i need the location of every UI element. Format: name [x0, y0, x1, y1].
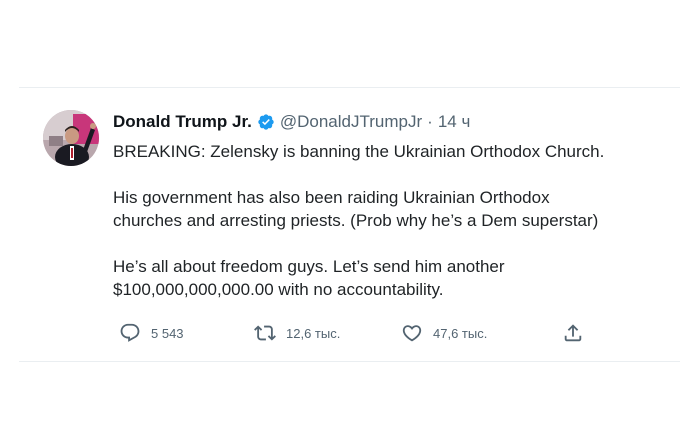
comment-bubble-icon — [119, 322, 151, 344]
tweet-header: Donald Trump Jr. @DonaldJTrumpJr · 14 ч — [113, 110, 470, 134]
retweet-button[interactable]: 12,6 тыс. — [254, 321, 340, 345]
tweet-paragraph-2: His government has also been raiding Ukr… — [113, 188, 599, 230]
author-handle[interactable]: @DonaldJTrumpJr — [280, 112, 422, 132]
like-button[interactable]: 47,6 тыс. — [401, 321, 487, 345]
verified-badge-icon — [257, 113, 275, 131]
reply-count: 5 543 — [151, 325, 184, 341]
avatar[interactable] — [43, 110, 99, 166]
meta-separator: · — [427, 112, 433, 131]
tweet-actions: 5 543 12,6 тыс. 47,6 тыс. — [113, 321, 673, 345]
tweet-timestamp[interactable]: 14 ч — [438, 112, 471, 132]
tweet-paragraph-3: He’s all about freedom guys. Let’s send … — [113, 257, 505, 299]
retweet-arrows-icon — [254, 322, 286, 344]
tweet-body: BREAKING: Zelensky is banning the Ukrain… — [113, 140, 673, 324]
tweet-paragraph-1: BREAKING: Zelensky is banning the Ukrain… — [113, 142, 605, 161]
tweet-card[interactable]: Donald Trump Jr. @DonaldJTrumpJr · 14 ч … — [19, 87, 680, 362]
like-count: 47,6 тыс. — [433, 325, 488, 341]
page: Donald Trump Jr. @DonaldJTrumpJr · 14 ч … — [0, 0, 696, 435]
reply-button[interactable]: 5 543 — [119, 321, 184, 345]
retweet-count: 12,6 тыс. — [286, 325, 341, 341]
display-name[interactable]: Donald Trump Jr. — [113, 112, 252, 132]
share-button[interactable] — [562, 321, 594, 345]
heart-outline-icon — [401, 322, 433, 344]
share-upload-icon — [562, 322, 594, 344]
